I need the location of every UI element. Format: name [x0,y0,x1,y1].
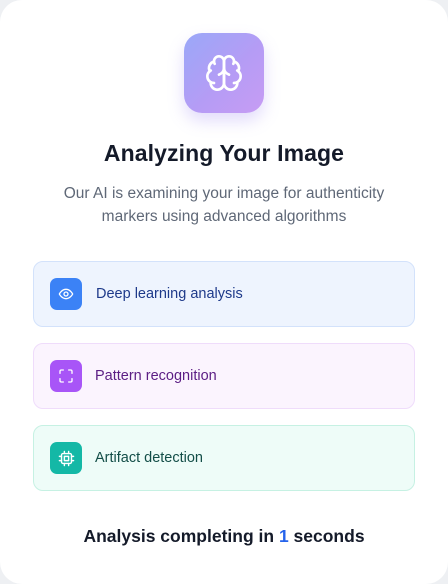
brain-icon [206,55,242,91]
page-title: Analyzing Your Image [103,140,345,166]
step-pattern-recognition: Pattern recognition [33,343,415,409]
step-deep-learning: Deep learning analysis [33,261,415,327]
eye-icon [58,288,74,300]
countdown-seconds: 1 [278,526,289,546]
analysis-card: Analyzing Your Image Our AI is examining… [0,0,448,584]
cpu-icon [58,450,74,466]
page-subtitle: Our AI is examining your image for authe… [63,185,385,225]
step-label: Artifact detection [95,450,203,466]
step-label: Deep learning analysis [96,286,243,302]
scan-icon [59,369,73,383]
step-icon-badge [50,278,82,310]
countdown-text: Analysis completing in 1 seconds [0,526,448,547]
countdown-prefix: Analysis completing in [83,526,275,546]
step-label: Pattern recognition [95,368,217,384]
countdown-suffix: seconds [293,526,365,546]
logo-badge [184,33,264,113]
step-artifact-detection: Artifact detection [33,425,415,491]
step-icon-badge [50,360,82,392]
step-icon-badge [50,442,82,474]
